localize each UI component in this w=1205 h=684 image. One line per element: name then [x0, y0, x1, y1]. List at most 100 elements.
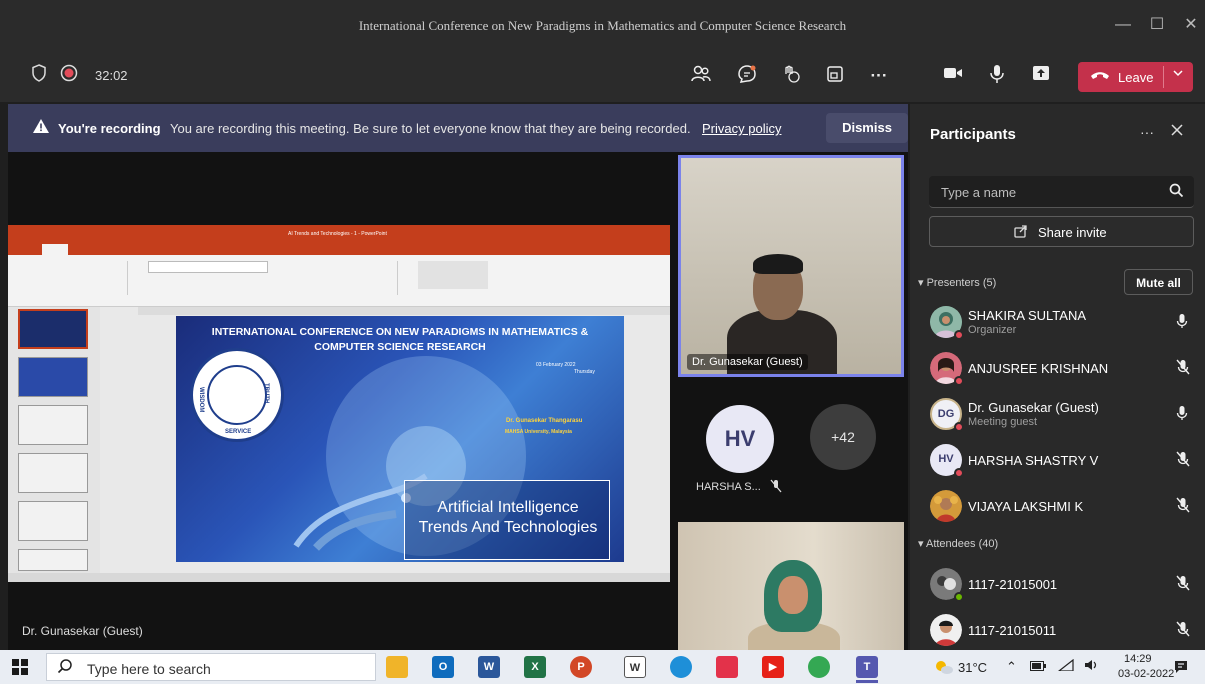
windows-start-icon[interactable]	[12, 659, 28, 680]
avatar	[930, 614, 962, 646]
word-icon[interactable]: W	[478, 656, 500, 678]
mic-off-icon[interactable]	[1176, 621, 1190, 640]
mic-off-icon	[770, 479, 782, 496]
slide-thumbnail[interactable]	[18, 549, 88, 571]
taskbar-search-box[interactable]: Type here to search	[46, 653, 376, 681]
people-icon[interactable]	[688, 64, 714, 88]
search-input[interactable]	[941, 183, 1151, 201]
file-explorer-icon[interactable]	[386, 656, 408, 678]
ppt-ruler	[138, 307, 670, 315]
minimize-button[interactable]: —	[1112, 14, 1134, 36]
slide-thumbnail[interactable]	[18, 453, 88, 493]
participant-row[interactable]: SHAKIRA SULTANA Organizer	[920, 300, 1205, 346]
presence-status-busy	[954, 468, 964, 478]
participant-name: ANJUSREE KRISHNAN	[968, 361, 1109, 376]
volume-icon[interactable]	[1084, 659, 1098, 674]
microphone-icon[interactable]	[1176, 313, 1188, 332]
presenters-section-toggle[interactable]: ▾ Presenters (5)	[918, 276, 996, 289]
participant-search[interactable]	[929, 176, 1194, 208]
edge-icon[interactable]	[670, 656, 692, 678]
wifi-icon[interactable]	[1057, 658, 1074, 674]
chevron-up-icon[interactable]: ⌃	[1006, 659, 1017, 675]
temperature[interactable]: 31°C	[958, 660, 987, 675]
video-tile-attendee[interactable]	[678, 522, 904, 650]
attendees-section-toggle[interactable]: ▾ Attendees (40)	[918, 537, 998, 550]
close-window-button[interactable]: ✕	[1180, 14, 1202, 36]
search-icon	[57, 658, 73, 678]
ppt-shapes-group	[418, 261, 488, 289]
chat-icon[interactable]	[734, 64, 760, 88]
participant-row[interactable]: VIJAYA LAKSHMI K	[920, 484, 1205, 530]
participant-name: SHAKIRA SULTANA	[968, 308, 1086, 323]
more-participants-bubble[interactable]: +42	[810, 404, 876, 470]
powerpoint-icon[interactable]: P	[570, 656, 592, 678]
more-actions-button[interactable]: ···	[866, 64, 892, 88]
slide-thumbnail[interactable]	[18, 405, 88, 445]
youtube-icon[interactable]: ▶	[762, 656, 784, 678]
privacy-policy-link[interactable]: Privacy policy	[702, 121, 781, 136]
mic-off-icon[interactable]	[1176, 497, 1190, 516]
ppt-paragraph-group	[278, 261, 398, 295]
dismiss-button[interactable]: Dismiss	[826, 113, 908, 143]
chevron-down-icon[interactable]	[1172, 67, 1184, 82]
clock-date[interactable]: 03-02-2022	[1118, 668, 1174, 680]
maximize-button[interactable]: ☐	[1146, 14, 1168, 36]
video-tile-dr-gunasekar[interactable]: Dr. Gunasekar (Guest)	[678, 155, 904, 377]
mic-off-icon[interactable]	[1176, 451, 1190, 470]
wordpad-icon[interactable]: W	[624, 656, 646, 678]
taskbar-search-placeholder: Type here to search	[87, 661, 211, 677]
window-title-bar: International Conference on New Paradigm…	[0, 0, 1205, 50]
panel-title: Participants	[930, 126, 1016, 143]
outlook-icon[interactable]: O	[432, 656, 454, 678]
participant-row[interactable]: DG Dr. Gunasekar (Guest) Meeting guest	[920, 392, 1205, 438]
teams-icon[interactable]: T	[856, 656, 878, 678]
camera-icon[interactable]	[940, 64, 966, 88]
shield-icon	[26, 64, 52, 88]
participant-name: 1117-21015011	[968, 623, 1057, 638]
notification-icon[interactable]	[1173, 659, 1189, 680]
ppt-title: AI Trends and Technologies - 1 - PowerPo…	[288, 231, 387, 237]
seal-text-bottom: SERVICE	[225, 429, 252, 435]
store-icon[interactable]	[716, 656, 738, 678]
clock-time[interactable]: 14:29	[1124, 653, 1152, 665]
participant-row[interactable]: ANJUSREE KRISHNAN	[920, 346, 1205, 392]
mic-off-icon[interactable]	[1176, 575, 1190, 594]
slide-speaker-name: Dr. Gunasekar Thangarasu	[506, 418, 583, 424]
battery-icon[interactable]	[1030, 659, 1046, 674]
mic-off-icon[interactable]	[1176, 359, 1190, 378]
seal-inner-ring	[207, 365, 267, 425]
mute-all-button[interactable]: Mute all	[1124, 269, 1193, 295]
rooms-icon[interactable]	[822, 64, 848, 88]
close-icon[interactable]	[1170, 123, 1184, 142]
window-title: International Conference on New Paradigm…	[358, 18, 847, 33]
excel-icon[interactable]: X	[524, 656, 546, 678]
university-seal-logo: WISDOM TRUTH SERVICE	[190, 348, 284, 442]
avatar-hv[interactable]: HV	[706, 405, 774, 473]
participant-row[interactable]: HV HARSHA SHASTRY V	[920, 438, 1205, 484]
participant-row[interactable]: 1117-21015011	[920, 608, 1205, 654]
slide-thumbnail[interactable]	[18, 357, 88, 397]
panel-more-button[interactable]: ···	[1140, 124, 1154, 140]
microphone-icon[interactable]	[984, 64, 1010, 88]
participant-video-face	[778, 576, 808, 614]
slide-thumbnail[interactable]	[18, 501, 88, 541]
presenter-name-label: Dr. Gunasekar (Guest)	[22, 624, 143, 638]
slide-title-line1: INTERNATIONAL CONFERENCE ON NEW PARADIGM…	[211, 326, 589, 338]
microphone-icon[interactable]	[1176, 405, 1188, 424]
presence-status-busy	[954, 422, 964, 432]
leave-button[interactable]: Leave	[1078, 62, 1193, 92]
ppt-ribbon	[8, 255, 670, 307]
participant-name: HARSHA SHASTRY V	[968, 453, 1099, 468]
reactions-icon[interactable]	[778, 64, 804, 88]
seal-text-left: WISDOM	[198, 387, 204, 413]
chrome-icon[interactable]	[808, 656, 830, 678]
avatar-initials: HV	[938, 453, 954, 465]
share-screen-icon[interactable]	[1028, 64, 1054, 88]
slide-thumbnail[interactable]	[18, 309, 88, 349]
weather-icon[interactable]	[934, 659, 954, 680]
share-invite-button[interactable]: Share invite	[929, 216, 1194, 247]
slide-day: Thursday	[574, 369, 595, 375]
video-tile-name: HARSHA S...	[696, 481, 761, 493]
meeting-toolbar: 32:02 ··· Leave	[0, 50, 1205, 148]
participant-row[interactable]: 1117-21015001	[920, 562, 1205, 608]
